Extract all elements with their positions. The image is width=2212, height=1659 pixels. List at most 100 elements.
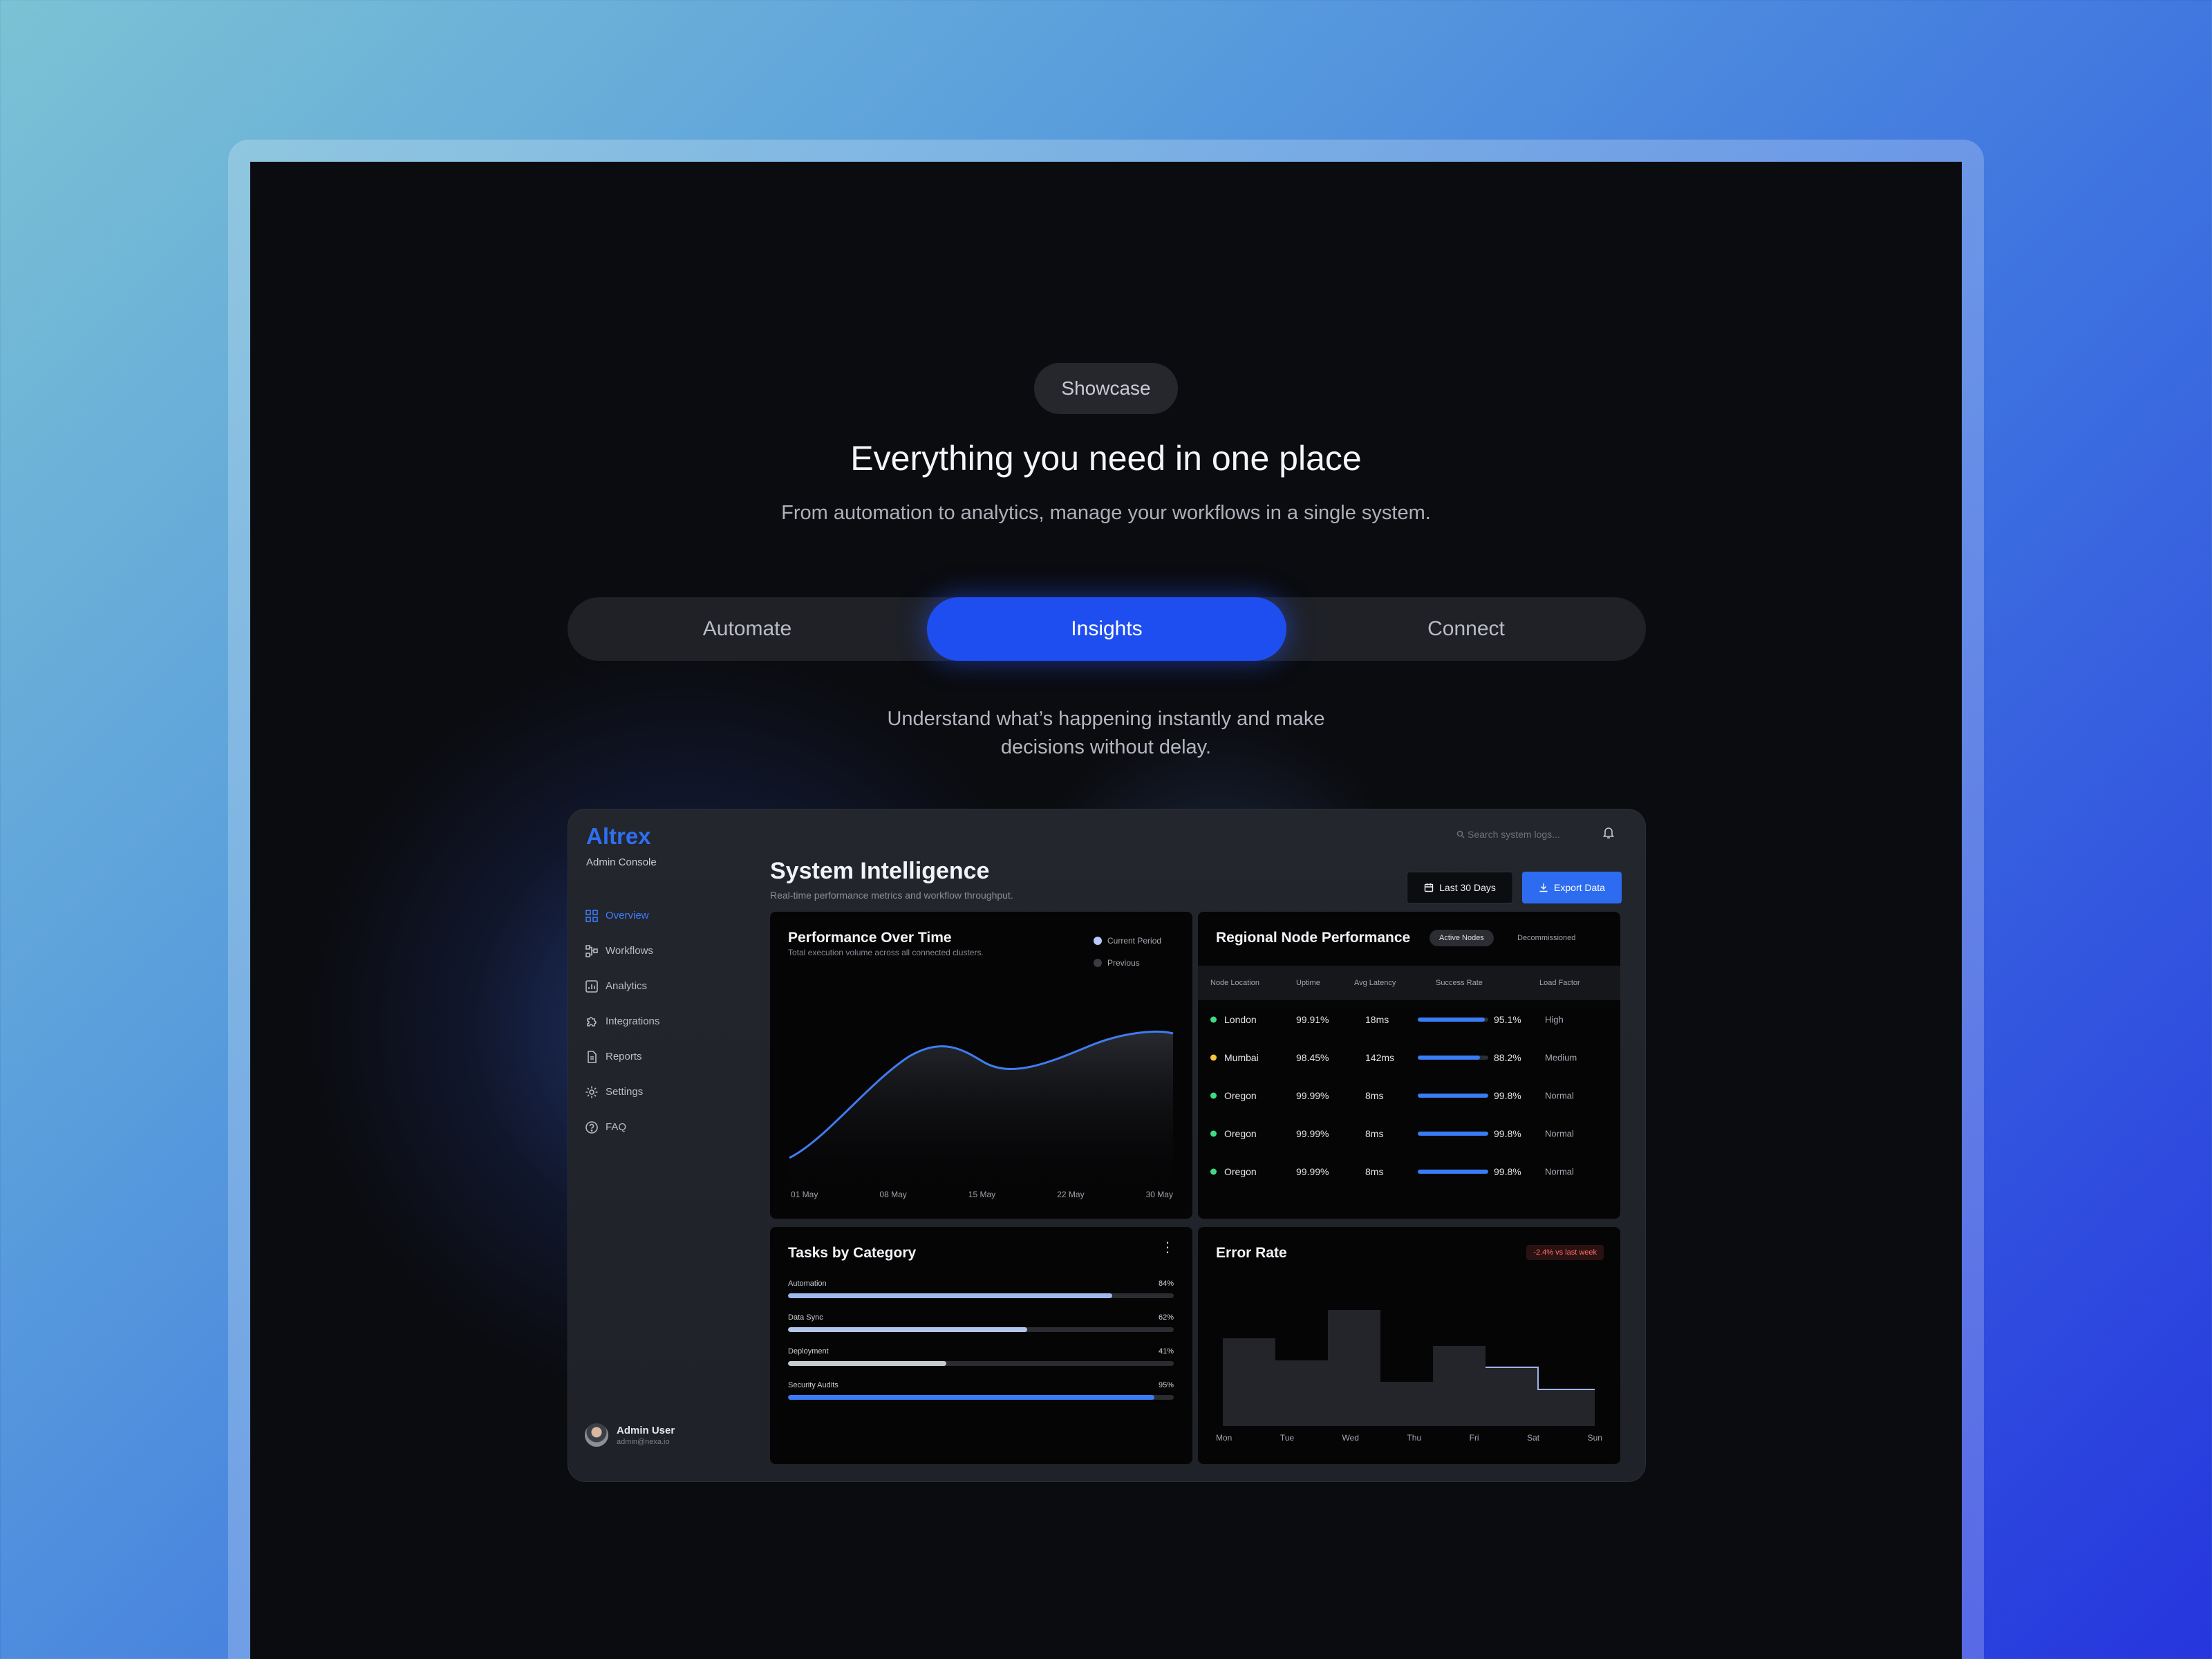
node-load-factor: High	[1545, 1014, 1564, 1024]
node-load-factor: Normal	[1545, 1128, 1574, 1138]
sidebar-item-settings[interactable]: Settings	[585, 1074, 751, 1109]
task-category-label: Data Sync	[788, 1313, 823, 1322]
filter-decommissioned[interactable]: Decommissioned	[1517, 934, 1575, 942]
success-rate-fill	[1418, 1131, 1488, 1136]
date-range-button[interactable]: Last 30 Days	[1407, 872, 1513, 903]
task-progress-bar	[788, 1395, 1174, 1400]
sidebar-item-label: Analytics	[606, 980, 648, 992]
sidebar-item-integrations[interactable]: Integrations	[585, 1004, 751, 1039]
page-subtitle: Real-time performance metrics and workfl…	[770, 890, 1013, 901]
performance-x-axis: 01 May 08 May 15 May 22 May 30 May	[791, 1190, 1173, 1199]
sidebar-item-label: Overview	[606, 910, 649, 921]
x-tick-label: 08 May	[879, 1190, 907, 1199]
showcase-screen: Showcase Everything you need in one plac…	[250, 162, 1962, 1659]
success-rate-bar	[1418, 1169, 1488, 1174]
regional-node-card: Regional Node Performance Active Nodes D…	[1198, 912, 1620, 1219]
search-input[interactable]: Search system logs...	[1456, 829, 1560, 840]
task-category-label: Automation	[788, 1280, 827, 1288]
table-header: Node Location Uptime Avg Latency Success…	[1198, 966, 1620, 1000]
sidebar-item-label: Workflows	[606, 945, 653, 957]
user-profile[interactable]: Admin User admin@nexa.io	[585, 1423, 675, 1447]
task-category-item: Data Sync 62%	[788, 1313, 1174, 1332]
x-tick-label: 15 May	[968, 1190, 996, 1199]
x-tick-label: Thu	[1407, 1433, 1422, 1443]
node-uptime: 99.99%	[1296, 1165, 1329, 1177]
success-rate-fill	[1418, 1055, 1480, 1060]
error-rate-area	[1223, 1310, 1595, 1426]
sidebar-item-label: Settings	[606, 1086, 644, 1098]
task-progress-fill	[788, 1293, 1112, 1298]
dashboard-preview: Altrex Admin Console Overview Workflows …	[568, 809, 1646, 1482]
task-progress-bar	[788, 1361, 1174, 1366]
page-title: System Intelligence	[770, 858, 990, 884]
performance-chart	[789, 1030, 1174, 1181]
status-dot	[1210, 1092, 1217, 1098]
sidebar-item-overview[interactable]: Overview	[585, 898, 751, 933]
x-tick-label: Mon	[1216, 1433, 1232, 1443]
download-icon	[1539, 883, 1548, 892]
table-row[interactable]: Oregon 99.99% 8ms 99.8% Normal	[1198, 1114, 1620, 1152]
task-category-percent: 84%	[1158, 1280, 1174, 1288]
x-tick-label: Wed	[1342, 1433, 1359, 1443]
task-category-item: Automation 84%	[788, 1280, 1174, 1298]
error-rate-chart	[1223, 1310, 1595, 1426]
tab-description-line-2: decisions without delay.	[1000, 736, 1212, 758]
table-row[interactable]: Oregon 99.99% 8ms 99.8% Normal	[1198, 1076, 1620, 1114]
success-rate-bar	[1418, 1131, 1488, 1136]
search-placeholder: Search system logs...	[1468, 829, 1560, 840]
task-category-percent: 95%	[1158, 1381, 1174, 1389]
sidebar-item-label: Reports	[606, 1051, 642, 1062]
task-category-label: Security Audits	[788, 1381, 838, 1389]
node-load-factor: Medium	[1545, 1052, 1577, 1062]
task-category-percent: 62%	[1158, 1313, 1174, 1322]
table-row[interactable]: Oregon 99.99% 8ms 99.8% Normal	[1198, 1152, 1620, 1190]
section-subheadline: From automation to analytics, manage you…	[781, 502, 1431, 524]
tab-automate[interactable]: Automate	[568, 597, 927, 661]
tab-connect[interactable]: Connect	[1286, 597, 1646, 661]
grid-icon	[585, 909, 598, 922]
sidebar-item-faq[interactable]: FAQ	[585, 1109, 751, 1145]
node-latency: 18ms	[1365, 1013, 1389, 1025]
task-progress-fill	[788, 1395, 1155, 1400]
node-latency: 8ms	[1365, 1127, 1384, 1139]
more-options-icon[interactable]: ⋮	[1161, 1241, 1174, 1255]
node-location: Oregon	[1224, 1127, 1257, 1139]
node-location: Oregon	[1224, 1089, 1257, 1101]
tab-insights[interactable]: Insights	[927, 597, 1286, 661]
brand-logo[interactable]: Altrex	[586, 823, 651, 850]
node-success-rate: 99.8%	[1494, 1089, 1521, 1101]
success-rate-bar	[1418, 1017, 1488, 1022]
sidebar-item-label: FAQ	[606, 1121, 627, 1133]
workflow-icon	[585, 944, 598, 957]
table-row[interactable]: Mumbai 98.45% 142ms 88.2% Medium	[1198, 1038, 1620, 1076]
node-uptime: 99.99%	[1296, 1089, 1329, 1101]
success-rate-fill	[1418, 1093, 1488, 1098]
sidebar-item-workflows[interactable]: Workflows	[585, 933, 751, 968]
filter-active-nodes[interactable]: Active Nodes	[1430, 930, 1494, 946]
tasks-title: Tasks by Category	[788, 1245, 917, 1261]
bell-icon[interactable]	[1601, 825, 1616, 840]
export-button[interactable]: Export Data	[1522, 872, 1622, 903]
x-tick-label: Sun	[1587, 1433, 1602, 1443]
node-success-rate: 99.8%	[1494, 1165, 1521, 1177]
node-load-factor: Normal	[1545, 1166, 1574, 1177]
sidebar-item-analytics[interactable]: Analytics	[585, 968, 751, 1004]
table-row[interactable]: London 99.91% 18ms 95.1% High	[1198, 1000, 1620, 1038]
feature-tabs: Automate Insights Connect	[568, 597, 1646, 661]
node-latency: 142ms	[1365, 1051, 1395, 1063]
column-header: Uptime	[1296, 979, 1320, 987]
node-location: London	[1224, 1013, 1257, 1025]
x-tick-label: Tue	[1280, 1433, 1295, 1443]
search-icon	[1456, 830, 1465, 838]
task-category-label: Deployment	[788, 1347, 829, 1356]
node-uptime: 99.91%	[1296, 1013, 1329, 1025]
tab-description-line-1: Understand what’s happening instantly an…	[887, 708, 1325, 730]
sidebar-item-reports[interactable]: Reports	[585, 1039, 751, 1074]
status-dot	[1210, 1130, 1217, 1136]
column-header: Node Location	[1210, 979, 1259, 987]
brand-subtitle: Admin Console	[586, 856, 657, 868]
x-tick-label: Fri	[1469, 1433, 1479, 1443]
x-tick-label: 01 May	[791, 1190, 818, 1199]
sidebar-item-label: Integrations	[606, 1015, 660, 1027]
x-tick-label: 22 May	[1057, 1190, 1085, 1199]
